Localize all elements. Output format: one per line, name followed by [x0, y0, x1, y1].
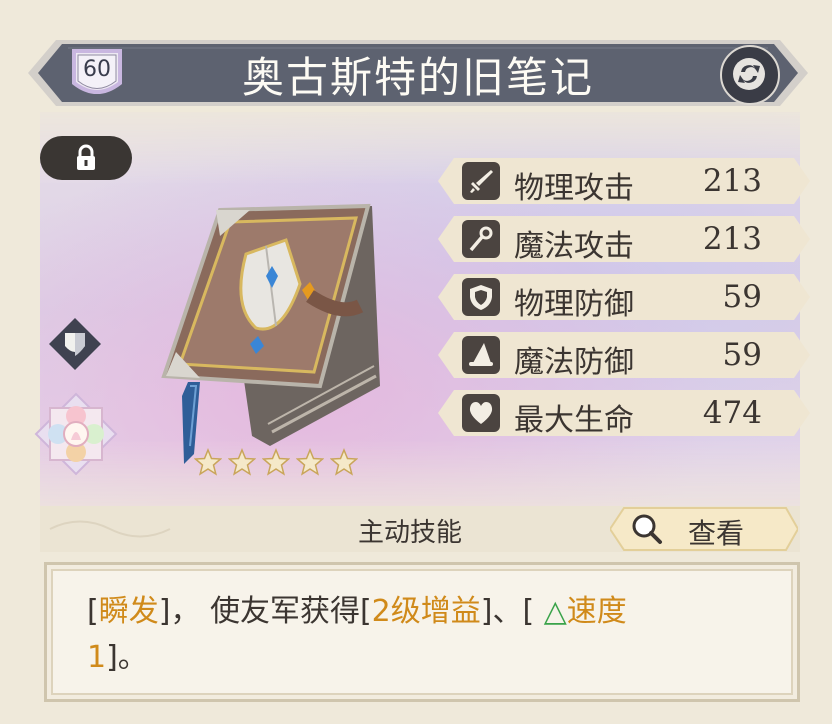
- view-skill-button[interactable]: 查看: [610, 506, 798, 552]
- star-icon: [296, 448, 324, 476]
- stat-value: 59: [722, 279, 762, 315]
- stat-row-magic-attack: 魔法攻击 213: [438, 214, 810, 264]
- title-banner: 60 奥古斯特的旧笔记: [28, 34, 808, 112]
- star-icon: [262, 448, 290, 476]
- stat-row-physical-attack: 物理攻击 213: [438, 156, 810, 206]
- stat-label: 魔法防御: [514, 345, 634, 380]
- stat-value: 59: [722, 337, 762, 373]
- staff-icon: [462, 220, 500, 258]
- swap-icon: [733, 58, 765, 90]
- star-rating: [194, 448, 364, 478]
- lock-button[interactable]: [40, 136, 132, 180]
- stat-label: 最大生命: [514, 403, 634, 438]
- heart-icon: [462, 394, 500, 432]
- stat-value: 213: [702, 163, 762, 199]
- keyword-speed-level[interactable]: 1: [87, 640, 106, 675]
- book-item-image: [160, 196, 390, 466]
- stat-label: 物理防御: [514, 287, 634, 322]
- rarity-flower-icon: [34, 392, 118, 476]
- skill-description: [瞬发]， 使友军获得[2级增益]、[ △速度 1]。: [87, 589, 747, 681]
- buff-up-triangle-icon: △: [543, 594, 567, 629]
- stat-row-magic-defense: 魔法防御 59: [438, 330, 810, 380]
- armor-type-icon: [47, 316, 103, 372]
- star-icon: [330, 448, 358, 476]
- swap-button[interactable]: [720, 45, 780, 105]
- stat-row-max-hp: 最大生命 474: [438, 388, 810, 438]
- stat-row-physical-defense: 物理防御 59: [438, 272, 810, 322]
- sword-icon: [462, 162, 500, 200]
- wizard-hat-icon: [462, 336, 500, 374]
- keyword-instant[interactable]: 瞬发: [99, 594, 159, 629]
- skill-section-title: 主动技能: [358, 518, 463, 548]
- desc-text: ]、[: [480, 594, 544, 629]
- desc-text: [: [87, 594, 99, 629]
- desc-text: ]。: [106, 640, 148, 675]
- lock-icon: [77, 144, 95, 170]
- star-icon: [228, 448, 256, 476]
- desc-text: ]， 使友军获得[: [158, 594, 372, 629]
- active-skill-bar: 主动技能 查看: [40, 506, 800, 552]
- view-button-label: 查看: [688, 517, 745, 550]
- skill-description-box: [瞬发]， 使友军获得[2级增益]、[ △速度 1]。: [44, 562, 800, 702]
- item-title: 奥古斯特的旧笔记: [241, 53, 594, 102]
- stat-label: 物理攻击: [514, 171, 634, 206]
- star-icon: [194, 448, 222, 476]
- shield-icon: [462, 278, 500, 316]
- stat-value: 474: [702, 395, 762, 431]
- keyword-speed[interactable]: 速度: [567, 594, 627, 629]
- magnifier-icon: [632, 514, 662, 544]
- keyword-buff-level[interactable]: 2级增益: [372, 594, 481, 629]
- stat-value: 213: [702, 221, 762, 257]
- stat-label: 魔法攻击: [514, 229, 634, 264]
